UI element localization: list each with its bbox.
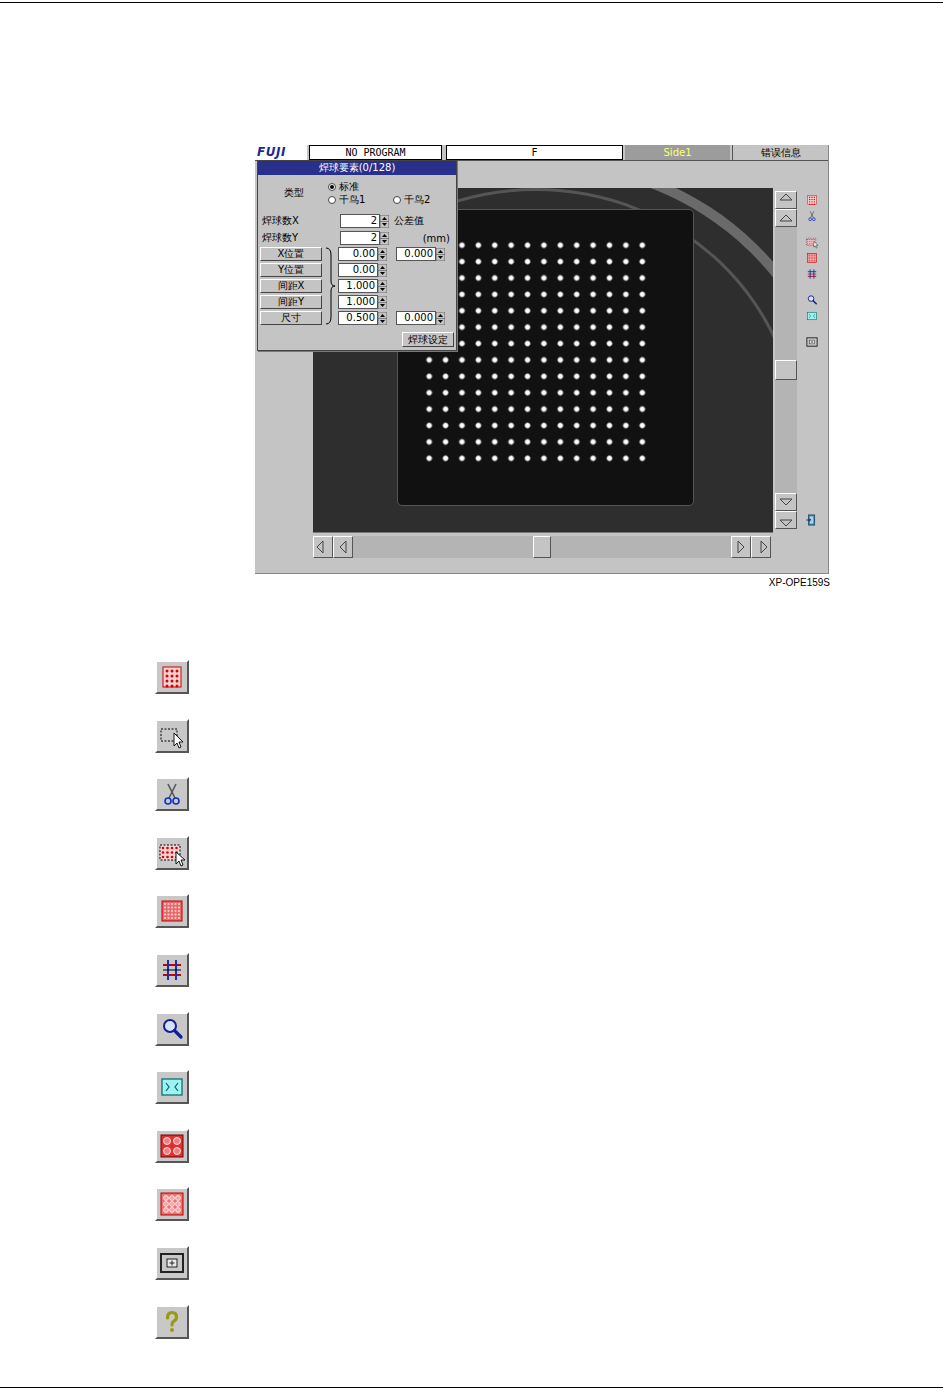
grid-lines-icon (155, 953, 189, 987)
fit-screen-icon (155, 1070, 189, 1104)
header-rule (0, 2, 943, 3)
four-balls-icon (155, 1129, 189, 1163)
parameter-button[interactable]: 尺寸 (260, 311, 322, 325)
scroll-track (775, 227, 797, 493)
spin-button[interactable] (378, 296, 387, 309)
parameter-button[interactable]: X位置 (260, 247, 322, 261)
tolerance-label: 公差值 (392, 214, 454, 228)
count-label: 焊球数Y (260, 231, 340, 245)
value-field[interactable]: 0.00 (338, 247, 378, 261)
type-radio[interactable]: 千鸟2 (393, 194, 454, 206)
ball-grid-icon[interactable] (805, 193, 819, 207)
spin-button[interactable] (380, 232, 389, 245)
unit-label: (mm) (392, 233, 454, 244)
program-field: NO PROGRAM (309, 145, 442, 160)
spin-button[interactable] (436, 312, 445, 325)
horizontal-scrollbar[interactable] (313, 536, 771, 558)
scroll-left-button[interactable] (333, 536, 353, 558)
value-field[interactable]: 0.500 (338, 311, 378, 325)
magnifier-icon (155, 1012, 189, 1046)
spin-button[interactable] (380, 215, 389, 228)
dense-grid-icon[interactable] (805, 251, 819, 265)
select-area-icon (155, 719, 189, 753)
fit-screen-icon[interactable] (805, 309, 819, 323)
frame-icon[interactable] (805, 335, 819, 349)
screenshot: FUJINO PROGRAM FSide1错误信息焊球要素(0/128) 类型标准千… (255, 145, 829, 574)
fuji-logo: FUJI (255, 145, 307, 160)
radio-dot (328, 183, 336, 191)
scroll-thumb[interactable] (775, 360, 797, 380)
title-bar: FUJINO PROGRAM FSide1错误信息 (255, 145, 828, 161)
parameter-button[interactable]: Y位置 (260, 263, 322, 277)
spin-button[interactable] (378, 248, 387, 261)
grid-lines-icon[interactable] (805, 267, 819, 281)
scissors-icon[interactable] (805, 209, 819, 223)
dialog-title: 焊球要素(0/128) (258, 161, 456, 175)
spin-button[interactable] (378, 280, 387, 293)
spin-button[interactable] (436, 248, 445, 261)
footer-rule (0, 1387, 943, 1388)
ball-element-dialog: 焊球要素(0/128) 类型标准千鸟1千鸟2 焊球数X2 公差值焊球数Y2 (mm) X位… (257, 160, 457, 351)
scroll-top-button[interactable] (775, 191, 797, 209)
scroll-thumb[interactable] (533, 536, 551, 558)
value-field[interactable]: 1.000 (338, 295, 378, 309)
count-field[interactable]: 2 (340, 214, 380, 228)
toolbar (800, 161, 824, 573)
value-field[interactable]: 1.000 (338, 279, 378, 293)
tolerance-field[interactable]: 0.000 (396, 247, 436, 261)
type-radio[interactable]: 千鸟1 (328, 194, 393, 206)
ball-grid-icon (155, 660, 189, 694)
brace-icon (322, 246, 338, 326)
vertical-scrollbar[interactable] (775, 191, 797, 529)
parameter-button[interactable]: 间距Y (260, 295, 322, 309)
exit-icon[interactable] (805, 513, 819, 527)
scissors-icon (155, 777, 189, 811)
type-radio[interactable]: 标准 (328, 181, 454, 193)
radio-dot (393, 196, 401, 204)
icon-list (155, 660, 943, 1339)
radio-dot (328, 196, 336, 204)
count-label: 焊球数X (260, 214, 340, 228)
scroll-right-button[interactable] (731, 536, 751, 558)
help-icon (155, 1305, 189, 1339)
parameter-grid: X位置 0.00 0.000 Y位置 0.00 间距X 1.000 间距Y 1.000 尺寸 0.5… (260, 246, 454, 326)
magnifier-icon[interactable] (805, 293, 819, 307)
scroll-track (353, 536, 731, 558)
scroll-down-button[interactable] (775, 493, 797, 511)
side-tab[interactable]: Side1 (625, 145, 730, 160)
ball-set-button[interactable]: 焊球设定 (402, 332, 454, 347)
scroll-first-button[interactable] (313, 536, 333, 558)
grid-select-icon[interactable] (805, 235, 819, 249)
value-field[interactable]: 0.00 (338, 263, 378, 277)
frame-icon (155, 1246, 189, 1280)
type-radio-group: 标准千鸟1千鸟2 (328, 179, 454, 206)
figure-caption: XP-OPE159S (255, 577, 830, 588)
nine-balls-icon (155, 1187, 189, 1221)
scroll-bottom-button[interactable] (775, 511, 797, 529)
scroll-up-button[interactable] (775, 209, 797, 227)
scroll-last-button[interactable] (751, 536, 771, 558)
spin-button[interactable] (378, 264, 387, 277)
parameter-button[interactable]: 间距X (260, 279, 322, 293)
dense-grid-icon (155, 894, 189, 928)
type-label: 类型 (260, 186, 328, 200)
name-field: F (446, 145, 623, 160)
count-field[interactable]: 2 (340, 231, 380, 245)
spin-button[interactable] (378, 312, 387, 325)
error-info-button[interactable]: 错误信息 (732, 145, 828, 160)
grid-select-icon (155, 836, 189, 870)
tolerance-field[interactable]: 0.000 (396, 311, 436, 325)
